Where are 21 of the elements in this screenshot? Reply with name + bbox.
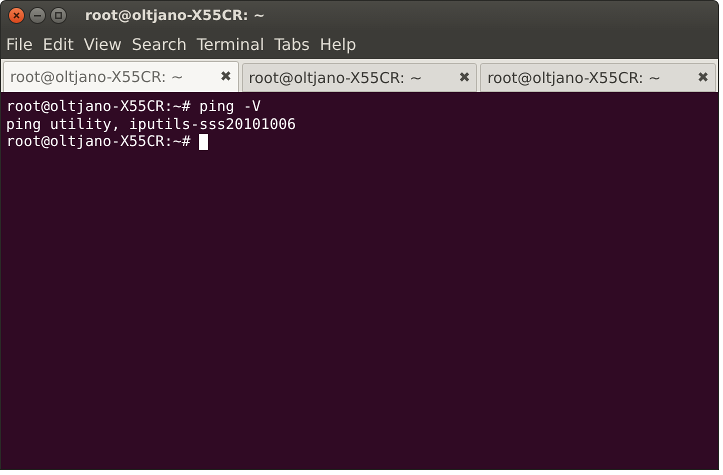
terminal-tab[interactable]: root@oltjano-X55CR: ~ ✖: [3, 61, 239, 92]
terminal-line: root@oltjano-X55CR:~# ping -V: [6, 98, 261, 116]
menu-item[interactable]: View: [84, 35, 122, 54]
terminal-line: ping utility, iputils-sss20101006: [6, 116, 296, 133]
menu-item[interactable]: File: [6, 35, 33, 54]
window-title: root@oltjano-X55CR: ~: [85, 8, 265, 24]
menu-item[interactable]: Help: [320, 35, 356, 54]
menu-item[interactable]: Terminal: [196, 35, 264, 54]
maximize-icon[interactable]: [50, 7, 67, 24]
close-tab-icon[interactable]: ✖: [697, 70, 710, 86]
close-tab-icon[interactable]: ✖: [220, 69, 232, 85]
minimize-icon[interactable]: [29, 7, 46, 24]
terminal-line: root@oltjano-X55CR:~#: [6, 133, 192, 150]
menu-item[interactable]: Tabs: [274, 35, 310, 54]
menu-item[interactable]: Edit: [42, 35, 74, 54]
terminal-tab[interactable]: root@oltjano-X55CR: ~ ✖: [242, 63, 478, 92]
menu-item[interactable]: Search: [132, 35, 187, 54]
close-icon[interactable]: [8, 7, 25, 24]
terminal-area[interactable]: root@oltjano-X55CR:~# ping -V ping utility, iputils-sss20101006 root@oltjano-X55CR:~#: [1, 92, 718, 469]
terminal-tab[interactable]: root@oltjano-X55CR: ~ ✖: [480, 63, 716, 92]
close-tab-icon[interactable]: ✖: [458, 70, 470, 86]
